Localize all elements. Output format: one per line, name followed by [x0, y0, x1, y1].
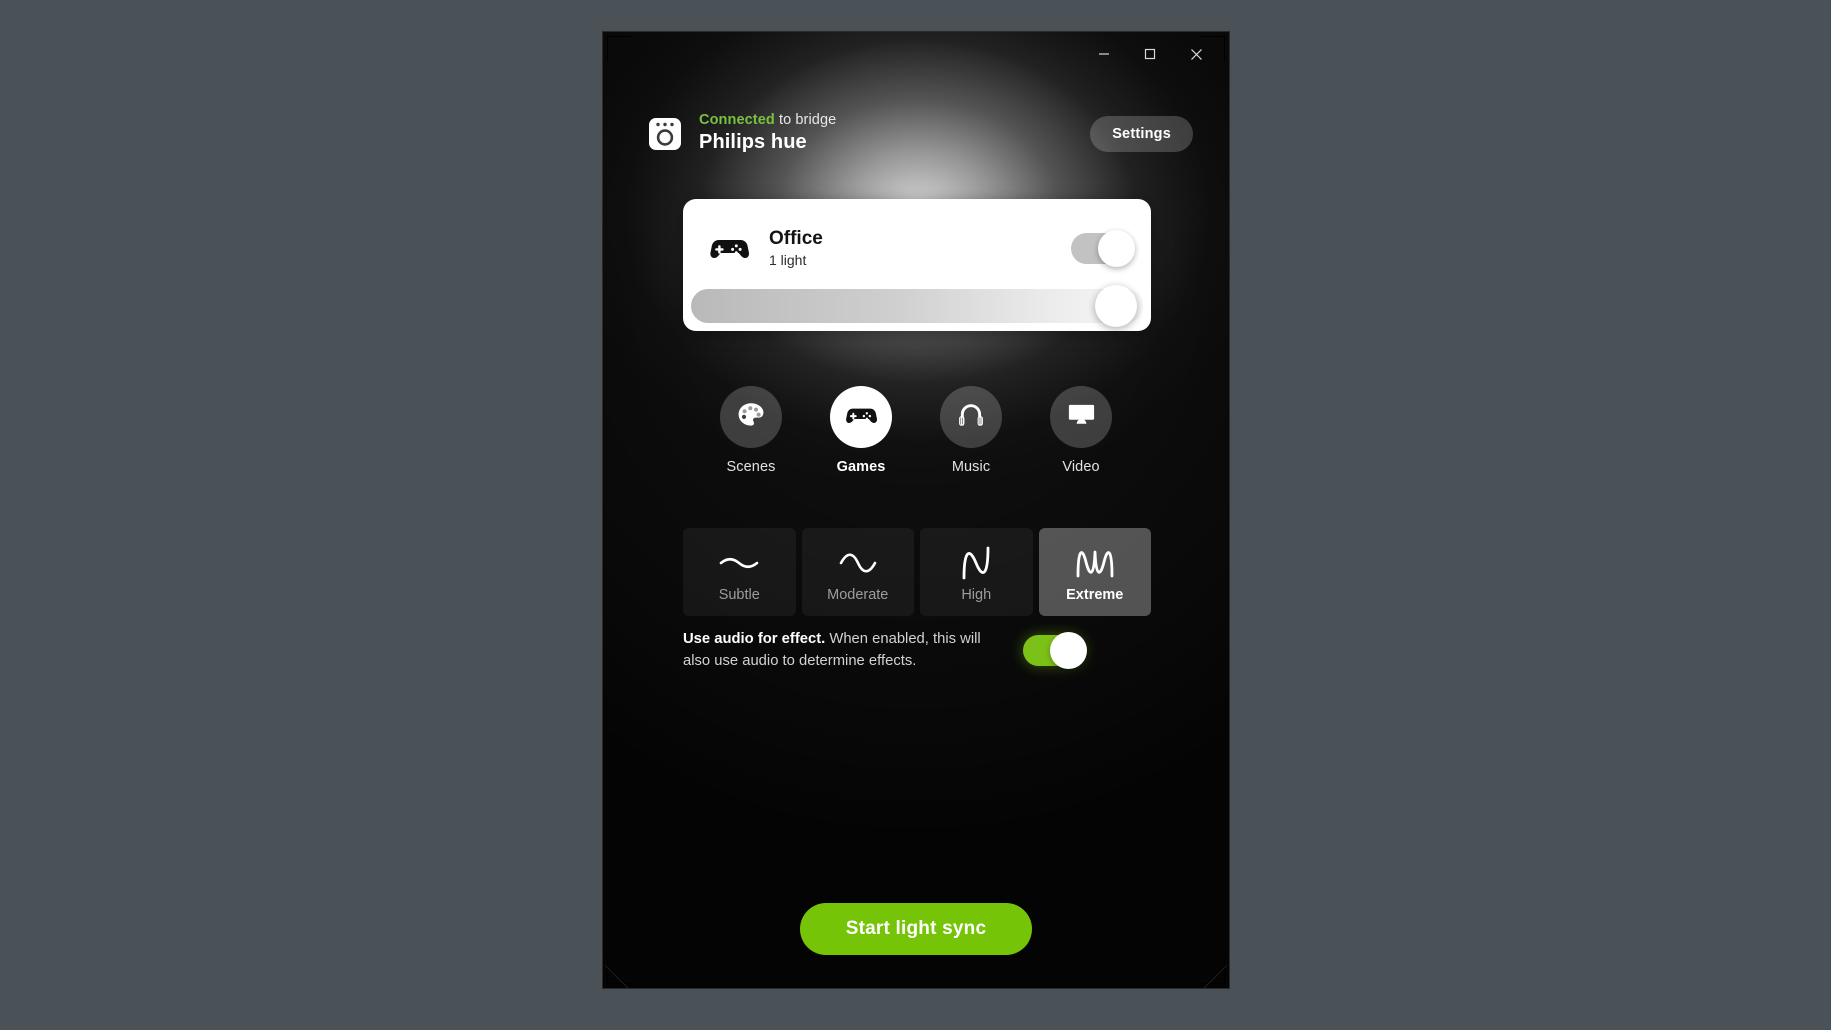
mode-selector: Scenes Games Music Video — [603, 386, 1229, 475]
mode-circle-scenes — [720, 386, 782, 448]
bridge-status-suffix: to bridge — [774, 112, 837, 128]
room-power-toggle[interactable] — [1071, 229, 1135, 267]
audio-option-text: Use audio for effect. When enabled, this… — [683, 628, 1023, 672]
intensity-item-moderate[interactable]: Moderate — [801, 528, 914, 616]
wave-low-icon — [836, 546, 880, 580]
mode-item-scenes[interactable]: Scenes — [708, 386, 794, 475]
palette-icon — [736, 400, 766, 435]
bridge-status-connected: Connected — [699, 112, 775, 128]
corner-mark-bottom-right — [1199, 958, 1225, 984]
intensity-label-subtle: Subtle — [718, 586, 760, 603]
minimize-icon — [1097, 47, 1111, 61]
audio-option-title: Use audio for effect. — [683, 631, 826, 647]
intensity-item-extreme[interactable]: Extreme — [1038, 528, 1151, 616]
room-card-top-row: Office 1 light — [683, 199, 1151, 297]
mode-circle-music — [940, 386, 1002, 448]
audio-option-row: Use audio for effect. When enabled, this… — [683, 628, 1151, 672]
intensity-item-high[interactable]: High — [920, 528, 1033, 616]
room-light-count: 1 light — [769, 251, 807, 268]
monitor-icon — [1066, 399, 1097, 435]
start-light-sync-button[interactable]: Start light sync — [800, 903, 1032, 955]
mode-label-video: Video — [1062, 459, 1100, 475]
wave-flat-icon — [717, 546, 761, 580]
mode-circle-games — [830, 386, 892, 448]
bridge-name: Philips hue — [699, 131, 807, 153]
intensity-label-moderate: Moderate — [827, 586, 889, 603]
room-card[interactable]: Office 1 light — [683, 199, 1151, 331]
intensity-label-extreme: Extreme — [1066, 586, 1124, 603]
intensity-item-subtle[interactable]: Subtle — [683, 528, 796, 616]
maximize-button[interactable] — [1127, 37, 1173, 71]
corner-diagonal-bottom-left — [605, 965, 636, 988]
gamepad-icon — [845, 399, 878, 436]
minimize-button[interactable] — [1081, 37, 1127, 71]
bridge-header: Connected to bridge Philips hue Settings — [603, 112, 1229, 155]
title-bar[interactable] — [603, 32, 1229, 76]
gamepad-icon — [709, 228, 750, 268]
brightness-slider-knob[interactable] — [1095, 285, 1137, 327]
close-button[interactable] — [1173, 37, 1219, 71]
mode-item-games[interactable]: Games — [818, 386, 904, 475]
wave-high-icon — [1072, 546, 1118, 580]
bridge-status-line: Connected to bridge — [699, 112, 1090, 129]
mode-label-music: Music — [951, 459, 991, 475]
brightness-slider[interactable] — [691, 285, 1143, 327]
background-vignette — [603, 32, 1229, 988]
audio-option-toggle-knob — [1050, 631, 1087, 669]
audio-option-toggle[interactable] — [1023, 631, 1087, 669]
mode-item-music[interactable]: Music — [928, 386, 1014, 475]
room-name: Office — [769, 227, 823, 249]
mode-label-games: Games — [836, 459, 886, 475]
corner-mark-bottom-left — [607, 958, 633, 984]
mode-item-video[interactable]: Video — [1038, 386, 1124, 475]
room-text-block: Office 1 light — [769, 227, 1071, 270]
hue-bridge-icon — [647, 116, 683, 152]
intensity-selector: Subtle Moderate High Extreme — [683, 528, 1151, 616]
settings-button[interactable]: Settings — [1090, 115, 1193, 152]
corner-diagonal-bottom-right — [1196, 965, 1227, 988]
mode-circle-video — [1050, 386, 1112, 448]
close-icon — [1189, 47, 1204, 62]
mode-label-scenes: Scenes — [726, 459, 776, 475]
bridge-text-block: Connected to bridge Philips hue — [699, 112, 1090, 155]
intensity-label-high: High — [961, 586, 992, 603]
room-power-toggle-knob — [1098, 229, 1135, 267]
maximize-icon — [1143, 47, 1157, 61]
wave-medium-icon — [956, 546, 996, 580]
headphones-icon — [956, 400, 986, 435]
hue-sync-window: Connected to bridge Philips hue Settings — [602, 31, 1230, 989]
